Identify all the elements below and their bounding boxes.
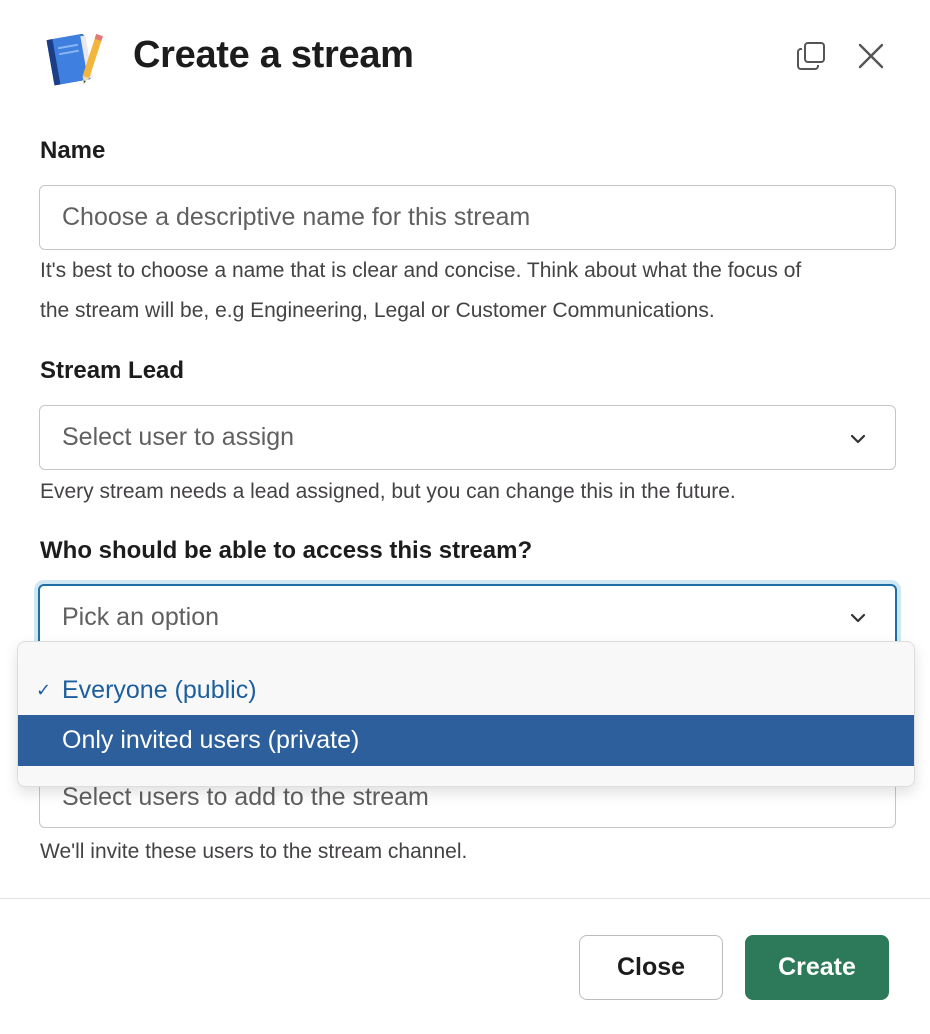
dialog-header: Create a stream	[0, 0, 930, 120]
name-hint: It's best to choose a name that is clear…	[40, 251, 900, 331]
stream-lead-label: Stream Lead	[40, 357, 185, 384]
access-placeholder: Pick an option	[62, 602, 220, 631]
name-label: Name	[40, 137, 106, 164]
footer-divider	[0, 898, 930, 899]
access-options-menu: ✓ Everyone (public) Only invited users (…	[17, 641, 915, 787]
stream-lead-hint: Every stream needs a lead assigned, but …	[40, 480, 736, 503]
close-icon[interactable]	[851, 36, 891, 76]
name-hint-line-1: It's best to choose a name that is clear…	[40, 259, 802, 282]
notebook-pencil-icon	[40, 28, 104, 88]
option-everyone-public[interactable]: ✓ Everyone (public)	[18, 665, 914, 716]
name-field[interactable]	[39, 185, 896, 250]
chevron-down-icon	[850, 613, 866, 623]
name-input[interactable]	[40, 186, 895, 249]
stream-lead-placeholder: Select user to assign	[62, 423, 295, 451]
name-hint-line-2: the stream will be, e.g Engineering, Leg…	[40, 299, 715, 322]
checkmark-icon: ✓	[36, 680, 52, 700]
close-button[interactable]: Close	[579, 935, 723, 1000]
invite-users-hint: We'll invite these users to the stream c…	[40, 840, 468, 863]
dialog-title: Create a stream	[133, 34, 414, 76]
option-only-invited-private[interactable]: Only invited users (private)	[18, 715, 914, 766]
chevron-down-icon	[850, 434, 866, 443]
copy-window-icon[interactable]	[791, 36, 831, 76]
stream-lead-select[interactable]: Select user to assign	[39, 405, 896, 470]
option-label: Only invited users (private)	[62, 726, 360, 754]
create-button[interactable]: Create	[745, 935, 889, 1000]
option-label: Everyone (public)	[62, 676, 257, 704]
access-label: Who should be able to access this stream…	[40, 537, 533, 564]
